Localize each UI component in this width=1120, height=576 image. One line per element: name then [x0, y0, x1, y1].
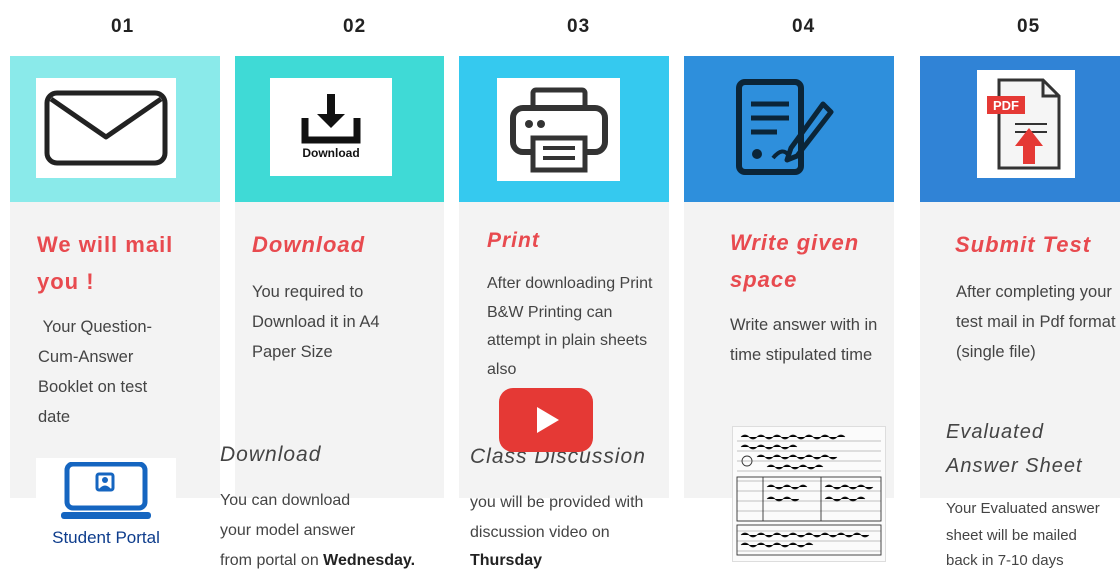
evaluated-line1: Your Evaluated answer — [946, 500, 1100, 517]
step-title-1: We will mail you ! — [37, 232, 174, 294]
step-number-3: 03 — [567, 16, 591, 37]
download-section-line3: from portal on Wednesday. — [220, 546, 415, 576]
step-title-4: Write given space — [730, 230, 860, 292]
step-number-2: 02 — [343, 16, 367, 37]
step-body-4: Write answer with in time stipulated tim… — [730, 316, 878, 364]
pdf-label: PDF — [993, 98, 1019, 113]
download-section-line1: You can download — [220, 492, 351, 509]
download-section-line2: your model answer — [220, 522, 356, 539]
evaluated-line2: sheet will be mailed — [946, 527, 1077, 544]
step-body-3: After downloading Print B&W Printing can… — [487, 275, 653, 378]
class-discussion-day: Thursday — [470, 552, 543, 569]
download-icon-label: Download — [302, 146, 360, 160]
evaluated-title-line1: Evaluated — [946, 421, 1044, 443]
student-portal-card[interactable]: Student Portal — [36, 458, 176, 556]
class-discussion-line3: Thursday — [470, 546, 542, 576]
class-discussion-line2: discussion video on — [470, 524, 610, 541]
step-body-5: After completing your test mail in Pdf f… — [956, 283, 1116, 361]
step-body-2: You required to Download it in A4 Paper … — [252, 283, 380, 361]
student-portal-icon — [61, 462, 151, 519]
envelope-icon — [36, 78, 176, 178]
step-number-5: 05 — [1017, 16, 1041, 37]
answer-sheet-thumbnail — [732, 426, 886, 562]
youtube-play-icon[interactable] — [499, 388, 593, 452]
step-number-4: 04 — [792, 16, 816, 37]
download-icon: Download — [270, 78, 392, 176]
step-title-3: Print — [487, 229, 540, 252]
student-portal-label: Student Portal — [52, 528, 160, 547]
pdf-upload-icon: PDF — [977, 70, 1075, 178]
evaluated-title-line2: Answer Sheet — [946, 455, 1083, 477]
step-title-5: Submit Test — [955, 232, 1092, 257]
document-pen-icon — [722, 76, 846, 180]
play-triangle-icon — [537, 407, 559, 433]
download-day: Wednesday. — [323, 552, 416, 569]
printer-icon — [497, 78, 620, 181]
class-discussion-line1: you will be provided with — [470, 494, 644, 511]
step-number-1: 01 — [111, 16, 135, 37]
evaluated-line3: back in 7-10 days — [946, 552, 1064, 569]
download-line3-prefix: from portal on — [220, 552, 324, 569]
download-section-title: Download — [220, 443, 322, 466]
step-body-1: Your Question-Cum-Answer Booklet on test… — [38, 318, 153, 426]
step-title-2: Download — [252, 232, 366, 257]
